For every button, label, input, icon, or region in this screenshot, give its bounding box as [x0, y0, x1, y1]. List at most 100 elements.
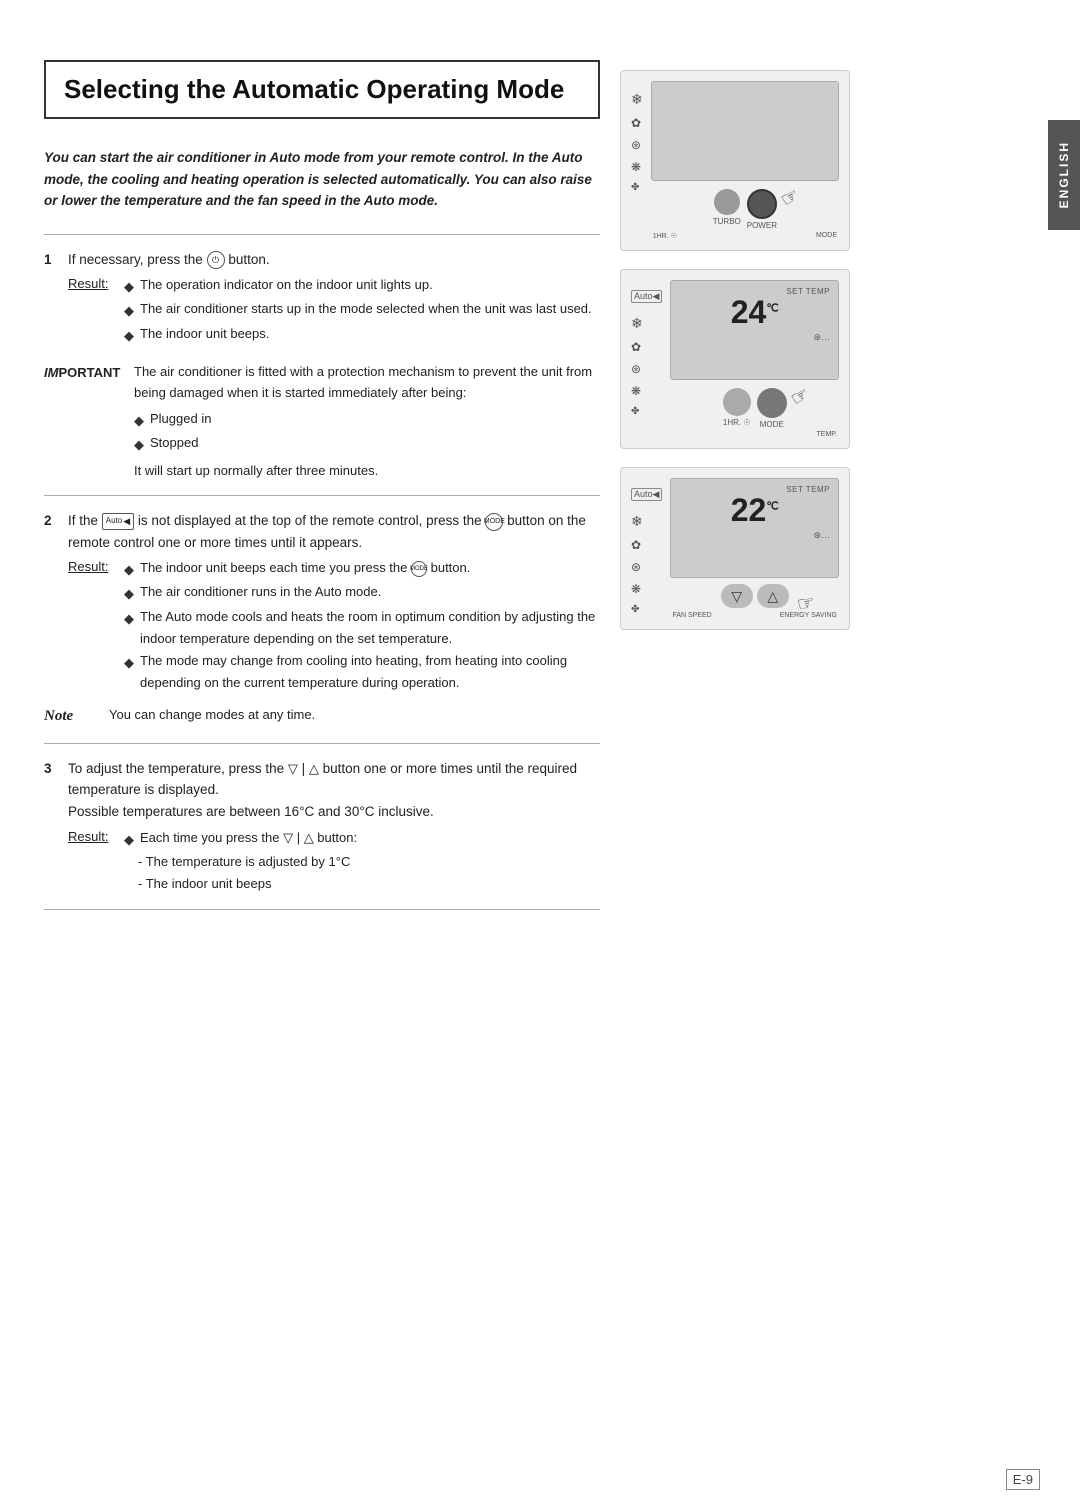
step-1-text: If necessary, press the ⏻ button.	[68, 249, 600, 271]
result-label-2: Result:	[68, 557, 116, 694]
step-3-number: 3	[44, 758, 60, 780]
result-2-item-2: The air conditioner runs in the Auto mod…	[140, 581, 381, 605]
hand-pointer-2: ☞	[786, 381, 814, 412]
result-1-item-2: The air conditioner starts up in the mod…	[140, 298, 592, 322]
note-block: Note You can change modes at any time.	[44, 704, 600, 729]
icon-sun-1: ✿	[631, 116, 643, 130]
important-bullet-1: Plugged in	[150, 408, 211, 432]
step-3-sub: Possible temperatures are between 16°C a…	[68, 804, 434, 819]
divider-4	[44, 909, 600, 910]
hand-pointer-1: ☞	[776, 182, 804, 213]
title-box: Selecting the Automatic Operating Mode	[44, 60, 600, 119]
up-arrow-inline: △	[309, 759, 319, 780]
page-number: E-9	[1006, 1469, 1040, 1490]
step-2-text: If the Auto◀ is not displayed at the top…	[68, 510, 600, 553]
icon-fan-2: ⊛	[631, 362, 662, 376]
icon-fan-3: ⊛	[631, 560, 662, 574]
icon-wind-3: ❋	[631, 582, 662, 596]
mode-icon-inline-2: MODE	[411, 561, 427, 577]
icon-snowflake-3: ❄	[631, 513, 662, 530]
temp-unit-3: ℃	[766, 500, 778, 512]
important-bullet-2: Stopped	[150, 432, 198, 456]
icon-snowflake-2: ❄	[631, 315, 662, 332]
turbo-label: TURBO	[713, 217, 741, 226]
step-3-result: Result: ◆ Each time you press the ▽ | △ …	[68, 827, 600, 895]
power-icon-inline: ⏻	[207, 251, 225, 269]
remote-image-3: Auto◀ ❄ ✿ ⊛ ❋ ✤ SET TEMP 22℃ ⊛…	[620, 467, 850, 630]
turbo-btn[interactable]	[714, 189, 740, 215]
remote-2-bottom-labels: TEMP.	[670, 431, 839, 438]
down-arrow-inline: ▽	[288, 759, 298, 780]
remote-1-left-icons: ❄ ✿ ⊛ ❋ ✤	[631, 81, 643, 240]
icon-auto2-3: ✤	[631, 604, 662, 615]
result-label-1: Result:	[68, 274, 116, 346]
1hr-label-2: 1HR. ☉	[723, 418, 751, 427]
result-2-item-1: The indoor unit beeps each time you pres…	[140, 557, 470, 581]
result-3-item-1: Each time you press the ▽ | △ button:	[140, 827, 357, 851]
result-3-sub-2: - The indoor unit beeps	[138, 873, 600, 895]
icon-fan-1: ⊛	[631, 138, 643, 152]
result-items-2: ◆ The indoor unit beeps each time you pr…	[124, 557, 600, 694]
result-items-3: ◆ Each time you press the ▽ | △ button: …	[124, 827, 600, 895]
hand-pointer-3: ☞	[795, 590, 817, 618]
divider-1	[44, 234, 600, 235]
temp-display-2: 24℃	[679, 296, 830, 328]
step-1-number: 1	[44, 249, 60, 271]
step-2-number: 2	[44, 510, 60, 532]
page-title: Selecting the Automatic Operating Mode	[64, 74, 580, 105]
language-label: ENGLISH	[1057, 141, 1071, 208]
step-3: 3 To adjust the temperature, press the ▽…	[44, 758, 600, 895]
mode-btn-label-2: MODE	[760, 420, 784, 429]
temp-up-btn[interactable]: △	[757, 584, 789, 608]
remote-image-2: Auto◀ ❄ ✿ ⊛ ❋ ✤ SET TEMP 24℃ ⊛…	[620, 269, 850, 449]
temp-down-btn[interactable]: ▽	[721, 584, 753, 608]
note-label: Note	[44, 704, 99, 729]
remote-image-1: ❄ ✿ ⊛ ❋ ✤ TURBO	[620, 70, 850, 251]
temp-btns-3: ▽ △	[721, 584, 789, 608]
auto-icon-inline: Auto◀	[102, 513, 134, 529]
down-arrow-inline-2: ▽	[283, 827, 293, 849]
remote-1-buttons: TURBO POWER ☞	[651, 189, 839, 230]
label-1hr-1: 1HR. ☉	[653, 232, 677, 240]
result-label-3: Result:	[68, 827, 116, 895]
important-content: The air conditioner is fitted with a pro…	[134, 361, 600, 482]
up-arrow-inline-2: △	[304, 827, 314, 849]
remote-3-bottom-icon: ⊛…	[813, 530, 830, 541]
mode-btn-2[interactable]	[757, 388, 787, 418]
power-btn-1[interactable]	[747, 189, 777, 219]
result-1-item-1: The operation indicator on the indoor un…	[140, 274, 433, 298]
result-1-item-3: The indoor unit beeps.	[140, 323, 269, 347]
language-tab: ENGLISH	[1048, 120, 1080, 230]
important-text: The air conditioner is fitted with a pro…	[134, 361, 600, 404]
mode-icon-inline: MODE	[485, 513, 503, 531]
result-3-sub-1: - The temperature is adjusted by 1°C	[138, 851, 600, 873]
result-2-item-3: The Auto mode cools and heats the room i…	[140, 606, 600, 650]
divider-3	[44, 743, 600, 744]
main-content: Selecting the Automatic Operating Mode Y…	[0, 30, 620, 1480]
remote-1-bottom-labels: 1HR. ☉ MODE	[651, 232, 839, 240]
result-items-1: ◆The operation indicator on the indoor u…	[124, 274, 600, 346]
important-label: IMPORTANT	[44, 361, 124, 482]
step-1-result: Result: ◆The operation indicator on the …	[68, 274, 600, 346]
icon-sun-2: ✿	[631, 340, 662, 354]
icon-auto-3: Auto◀	[631, 488, 662, 501]
power-btn-label: POWER	[747, 221, 777, 230]
1hr-btn-2[interactable]	[723, 388, 751, 416]
remote-3-screen: SET TEMP 22℃ ⊛…	[670, 478, 839, 578]
right-images: ❄ ✿ ⊛ ❋ ✤ TURBO	[620, 30, 890, 1480]
step-2: 2 If the Auto◀ is not displayed at the t…	[44, 510, 600, 694]
divider-2	[44, 495, 600, 496]
icon-auto-2: Auto◀	[631, 290, 662, 303]
result-2-item-4: The mode may change from cooling into he…	[140, 650, 600, 694]
remote-2-left-icons: Auto◀ ❄ ✿ ⊛ ❋ ✤	[631, 280, 662, 438]
temp-unit-2: ℃	[766, 302, 778, 314]
note-text: You can change modes at any time.	[109, 704, 315, 725]
remote-2-bottom-icon: ⊛…	[813, 332, 830, 343]
label-mode-1: MODE	[816, 232, 837, 240]
step-1: 1 If necessary, press the ⏻ button. Resu…	[44, 249, 600, 347]
remote-2-buttons: 1HR. ☉ MODE ☞	[670, 388, 839, 429]
step-3-text: To adjust the temperature, press the ▽ |…	[68, 758, 600, 823]
temp-label-2: TEMP.	[817, 431, 838, 438]
remote-1-screen	[651, 81, 839, 181]
icon-wind-1: ❋	[631, 160, 643, 174]
